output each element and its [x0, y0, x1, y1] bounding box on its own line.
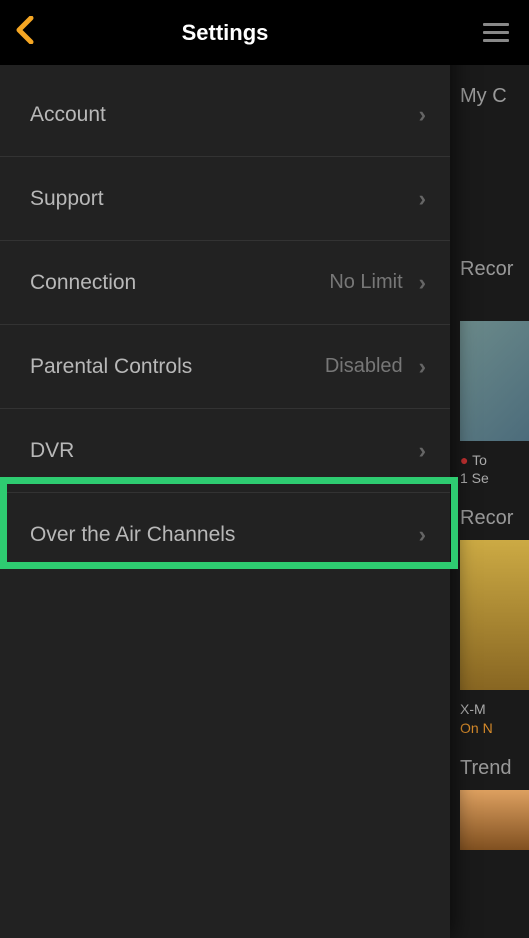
chevron-right-icon: ›	[419, 186, 426, 212]
hamburger-icon[interactable]	[483, 23, 509, 42]
bg-live-info: ● To 1 Se	[460, 451, 529, 487]
back-button[interactable]	[16, 16, 34, 50]
chevron-right-icon: ›	[419, 102, 426, 128]
chevron-right-icon: ›	[419, 270, 426, 296]
settings-header: Settings	[0, 0, 450, 65]
bg-section-title: Trend	[460, 757, 529, 780]
chevron-left-icon	[16, 16, 34, 44]
menu-item-support[interactable]: Support ›	[0, 157, 450, 241]
menu-label: Connection	[30, 271, 329, 295]
menu-item-account[interactable]: Account ›	[0, 73, 450, 157]
menu-label: Support	[30, 187, 419, 211]
chevron-right-icon: ›	[419, 354, 426, 380]
background-header	[450, 0, 529, 65]
menu-value: No Limit	[329, 271, 402, 294]
menu-item-dvr[interactable]: DVR ›	[0, 409, 450, 493]
menu-label: Account	[30, 103, 419, 127]
bg-thumbnail	[460, 790, 529, 850]
bg-thumbnail	[460, 540, 529, 690]
background-content: My C Recor ● To 1 Se Recor X-M On N Tren…	[449, 0, 529, 938]
settings-menu: Account › Support › Connection No Limit …	[0, 65, 450, 577]
bg-thumbnail	[460, 321, 529, 441]
bg-section-title: My C	[460, 85, 529, 108]
menu-item-connection[interactable]: Connection No Limit ›	[0, 241, 450, 325]
menu-label: Over the Air Channels	[30, 523, 419, 547]
chevron-right-icon: ›	[419, 438, 426, 464]
bg-section-title: Recor	[460, 507, 529, 530]
menu-label: Parental Controls	[30, 355, 325, 379]
menu-item-ota-channels[interactable]: Over the Air Channels ›	[0, 493, 450, 577]
settings-panel: Settings Account › Support › Connection …	[0, 0, 450, 938]
chevron-right-icon: ›	[419, 522, 426, 548]
menu-item-parental-controls[interactable]: Parental Controls Disabled ›	[0, 325, 450, 409]
menu-value: Disabled	[325, 355, 403, 378]
bg-section-title: Recor	[460, 258, 529, 281]
bg-movie-info: X-M On N	[460, 700, 529, 736]
menu-label: DVR	[30, 439, 419, 463]
page-title: Settings	[0, 20, 450, 46]
